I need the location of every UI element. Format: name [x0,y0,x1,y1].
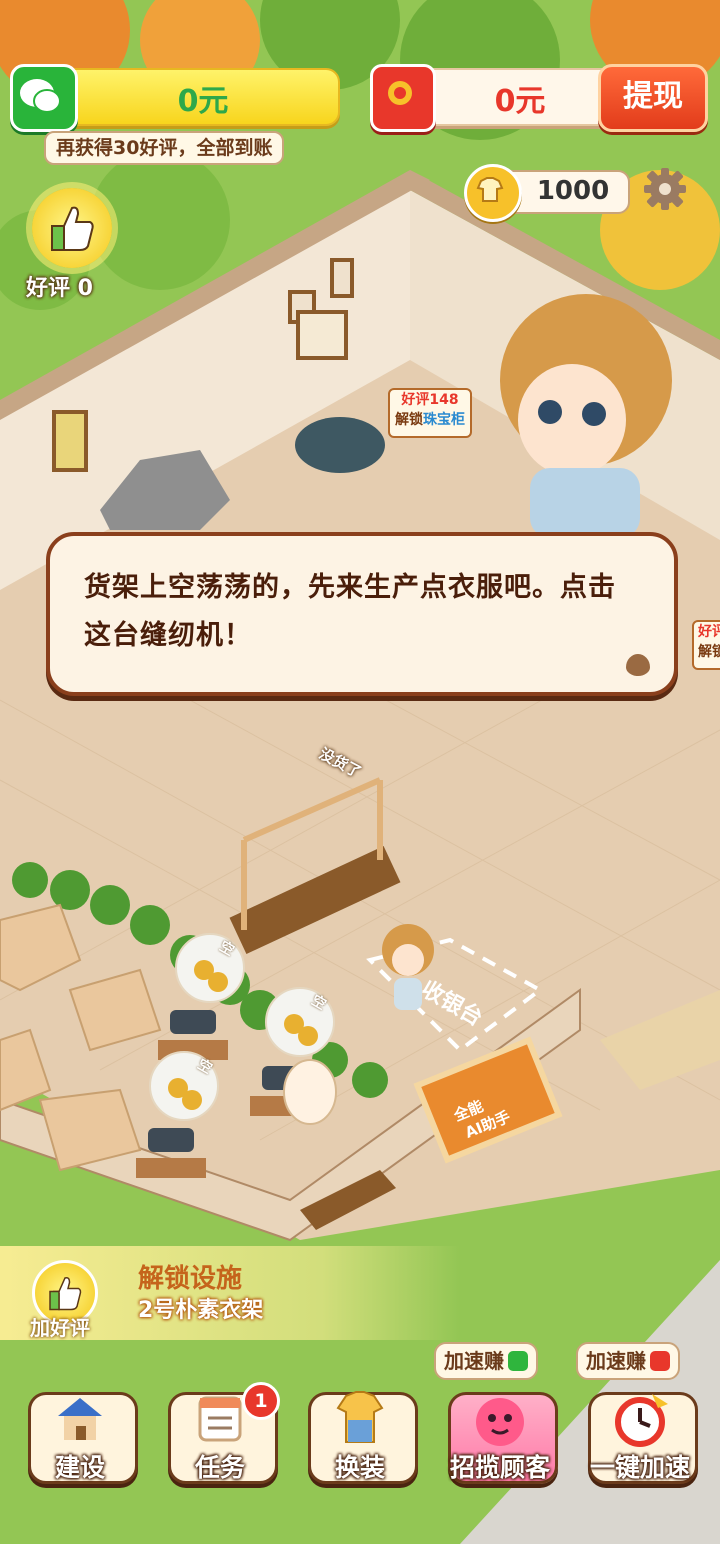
alarm-clock-icon [608,1386,672,1450]
praise-counter[interactable]: 好评 0 [26,188,126,301]
withdraw-button[interactable]: 提现 [598,64,708,132]
nav-dress-label: 换装 [334,1453,385,1482]
nav-tasks-label: 任务 [194,1453,245,1482]
wechat-wallet[interactable]: 0元 再获得30好评，全部到账 [10,64,340,165]
speed-earn-wechat-button[interactable]: 加速赚 [434,1342,538,1380]
nav-customers-label: 招揽顾客 [449,1453,550,1482]
nav-tasks-button[interactable]: 1 任务 [164,1382,280,1490]
wechat-icon [10,64,78,132]
add-praise-label: 加好评 [30,1316,90,1340]
praise-label: 好评 0 [26,276,93,301]
wallet-value: 0元 [177,84,229,119]
unlock-sign-edge[interactable]: 好评 解锁 [692,620,720,670]
red-packet-balance[interactable]: 0元 提现 [370,64,710,132]
jelly-mascot-icon [468,1386,532,1450]
clothes-icon [328,1386,392,1450]
wallet-hint: 再获得30好评，全部到账 [44,131,285,165]
sewing-machine[interactable] [150,940,260,1060]
coin-value: 1000 [536,176,610,206]
nav-build-button[interactable]: 建设 [24,1386,138,1490]
nav-customers-button[interactable]: 招揽顾客 [444,1386,558,1490]
sign-unlock-prefix: 解锁 [395,412,423,428]
red-packet-icon [650,1351,670,1371]
red-packet-icon [370,64,436,132]
nav-build-label: 建设 [54,1453,105,1482]
red-packet-value: 0元 [494,84,546,119]
sewing-machine[interactable] [250,994,360,1114]
tutorial-dialog[interactable]: 货架上空荡荡的，先来生产点衣服吧。点击这台缝纫机！ [46,532,678,696]
coin-counter: 1000 [464,164,632,222]
unlock-item: 2号朴素衣架 [138,1298,264,1323]
sign-praise-count: 好评148 [401,392,459,408]
dialog-text: 货架上空荡荡的，先来生产点衣服吧。点击这台缝纫机！ [84,572,616,651]
wechat-icon [508,1351,528,1371]
dialog-next-icon [626,654,650,676]
sign-unlock-line: 解锁珠宝柜 [390,410,470,430]
sign-edge-line2: 解锁 [698,644,720,660]
unlock-title: 解锁设施 [138,1264,243,1294]
settings-gear-icon[interactable] [640,164,690,214]
speed-earn-label: 加速赚 [586,1349,646,1373]
sign-unlock-item: 珠宝柜 [423,412,465,428]
house-hammer-icon [48,1386,112,1450]
coin-shirt-icon [464,164,522,222]
sewing-machine[interactable] [128,1056,238,1182]
unlock-facility-banner[interactable]: 加好评 解锁设施 2号朴素衣架 [0,1246,460,1340]
thumbs-up-icon [32,188,112,268]
tasks-badge: 1 [242,1382,280,1420]
speed-earn-label: 加速赚 [444,1349,504,1373]
nav-speedup-button[interactable]: 一键加速 [584,1386,698,1490]
sign-edge-line1: 好评 [698,624,720,640]
nav-speedup-label: 一键加速 [589,1453,690,1482]
unlock-jewelry-sign[interactable]: 好评148 解锁珠宝柜 [388,388,472,438]
speed-earn-redpack-button[interactable]: 加速赚 [576,1342,680,1380]
nav-dress-button[interactable]: 换装 [304,1386,418,1490]
